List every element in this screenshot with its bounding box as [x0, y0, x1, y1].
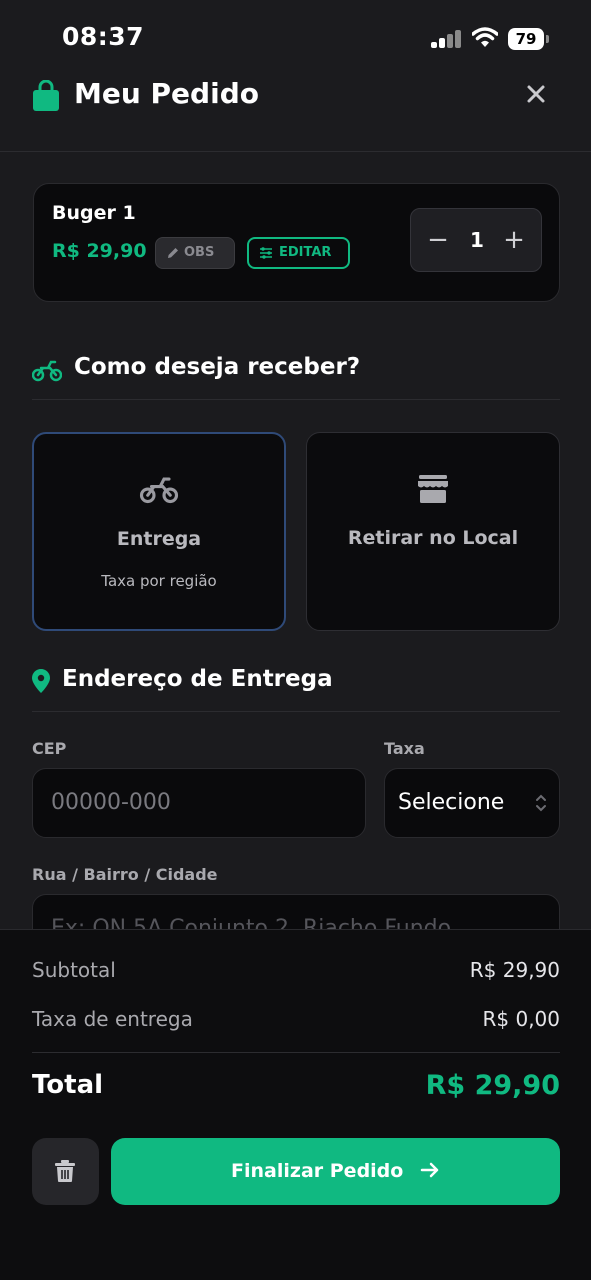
order-summary-footer: Subtotal R$ 29,90 Taxa de entrega R$ 0,0… [0, 929, 591, 1280]
cart-item-card: Buger 1 R$ 29,90 OBS EDITAR − 1 + [33, 183, 560, 302]
battery-indicator: 79 [508, 28, 544, 50]
address-section-heading: Endereço de Entrega [32, 666, 560, 712]
close-icon[interactable] [520, 78, 552, 110]
edit-button[interactable]: EDITAR [247, 237, 350, 269]
fee-select[interactable]: Selecione [384, 768, 560, 838]
fee-select-value: Selecione [398, 790, 505, 815]
wifi-icon [472, 27, 498, 47]
cart-item-name: Buger 1 [52, 202, 136, 224]
chevron-up-down-icon [536, 794, 546, 812]
decrease-quantity-button[interactable]: − [427, 224, 449, 256]
page-title: Meu Pedido [74, 77, 259, 110]
summary-divider [32, 1052, 560, 1053]
street-label: Rua / Bairro / Cidade [32, 865, 218, 884]
delivery-fee-row: Taxa de entrega R$ 0,00 [32, 1007, 560, 1031]
motorcycle-icon [139, 477, 179, 504]
cart-item-price: R$ 29,90 [52, 240, 147, 262]
cep-label: CEP [32, 739, 67, 758]
status-bar: 08:37 79 [0, 0, 591, 70]
delivery-option-label: Entrega [116, 528, 202, 550]
quantity-value: 1 [470, 228, 484, 252]
header: Meu Pedido [0, 70, 591, 152]
quantity-stepper: − 1 + [410, 208, 542, 272]
receive-section-heading: Como deseja receber? [32, 354, 560, 400]
finish-order-button[interactable]: Finalizar Pedido [111, 1138, 560, 1205]
order-sheet: 08:37 79 Meu Pedido Buger 1 R$ 29,90 OBS… [0, 0, 591, 1280]
delivery-option-sub: Taxa por região [101, 572, 217, 590]
receive-section-title: Como deseja receber? [74, 354, 361, 380]
delivery-fee-label: Taxa de entrega [32, 1007, 193, 1031]
obs-label: OBS [184, 245, 215, 260]
pencil-icon [168, 248, 178, 258]
motorcycle-icon [32, 360, 62, 382]
shopping-bag-icon [33, 80, 59, 111]
clear-cart-button[interactable] [32, 1138, 99, 1205]
battery-tip [546, 35, 549, 43]
obs-button[interactable]: OBS [155, 237, 235, 269]
trash-icon [55, 1160, 75, 1182]
cellular-signal-icon [431, 30, 463, 48]
arrow-right-icon [420, 1162, 439, 1178]
subtotal-label: Subtotal [32, 958, 116, 982]
cep-input[interactable]: 00000-000 [32, 768, 366, 838]
cep-placeholder: 00000-000 [51, 790, 171, 815]
edit-label: EDITAR [279, 245, 332, 260]
pickup-option-label: Retirar no Local [347, 527, 519, 549]
subtotal-value: R$ 29,90 [469, 958, 560, 982]
subtotal-row: Subtotal R$ 29,90 [32, 958, 560, 982]
storefront-icon [418, 475, 448, 503]
total-value: R$ 29,90 [425, 1070, 560, 1101]
fee-label: Taxa [384, 739, 425, 758]
pickup-option[interactable]: Retirar no Local [306, 432, 560, 631]
increase-quantity-button[interactable]: + [503, 224, 525, 256]
delivery-option[interactable]: Entrega Taxa por região [32, 432, 286, 631]
status-time: 08:37 [62, 22, 145, 51]
finish-order-label: Finalizar Pedido [231, 1160, 404, 1182]
address-section-title: Endereço de Entrega [62, 666, 333, 692]
total-label: Total [32, 1070, 104, 1100]
map-pin-icon [32, 669, 50, 693]
sliders-icon [260, 247, 272, 259]
delivery-fee-value: R$ 0,00 [482, 1007, 560, 1031]
